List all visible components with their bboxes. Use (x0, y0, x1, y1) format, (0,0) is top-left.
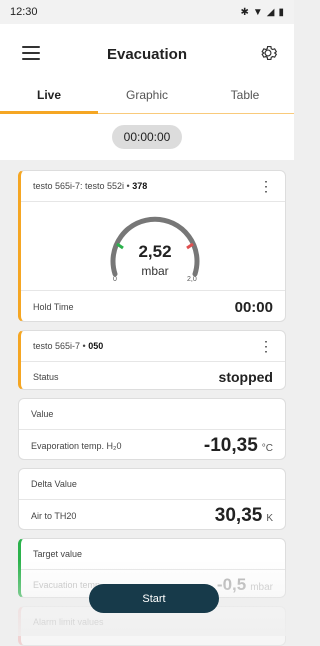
card-title: Value (31, 409, 54, 419)
value-label: Evaporation temp. H₂0 (31, 440, 122, 451)
delta-unit: K (266, 512, 273, 524)
status-bar: 12:30 ✱ ▼ ◢ ▮ (0, 0, 294, 24)
card-title: Alarm limit values (33, 617, 104, 627)
value-reading: -10,35 (203, 434, 258, 456)
tab-bar: Live Graphic Table (0, 84, 294, 114)
gauge-unit: mbar (141, 264, 169, 278)
target-reading: -0,5 (216, 574, 247, 594)
value-card: Value Evaporation temp. H₂0 -10,35 °C (18, 398, 286, 460)
card-header: testo 565i-7: testo 552i • 378 ⋮ (21, 171, 285, 202)
hold-time-row: Hold Time 00:00 (21, 290, 285, 321)
page-title: Evacuation (106, 45, 188, 63)
hold-time-label: Hold Time (33, 302, 74, 312)
gauge-card: testo 565i-7: testo 552i • 378 ⋮ 2,52 mb… (18, 170, 286, 322)
device-id: 378 (132, 181, 148, 191)
tab-graphic[interactable]: Graphic (98, 84, 196, 114)
wifi-icon: ▼ (252, 6, 263, 18)
status-value: stopped (218, 368, 273, 385)
status-card: testo 565i-7 • 050 ⋮ Status stopped (18, 330, 286, 390)
gauge-scale-max: 2,0 (187, 276, 197, 283)
value-row: Evaporation temp. H₂0 -10,35 °C (19, 430, 285, 459)
gauge-area: 2,52 mbar 0 2,0 (21, 202, 285, 290)
device-id: 050 (88, 341, 104, 351)
status-time: 12:30 (10, 6, 38, 18)
signal-icon: ◢ (266, 6, 275, 18)
elapsed-timer: 00:00:00 (111, 125, 183, 149)
battery-icon: ▮ (278, 6, 284, 18)
card-title: Delta Value (31, 479, 77, 489)
more-options-icon[interactable]: ⋮ (259, 339, 273, 353)
status-label: Status (33, 371, 59, 382)
gauge-scale-min: 0 (113, 276, 117, 283)
value-unit: °C (261, 442, 273, 454)
card-title: Target value (33, 549, 83, 559)
gear-icon[interactable] (258, 43, 278, 63)
timer-area: 00:00:00 (0, 114, 294, 160)
gauge-value: 2,52 (138, 242, 172, 261)
device-name: testo 565i-7: testo 552i • (33, 181, 133, 191)
bluetooth-icon: ✱ (240, 6, 249, 18)
tab-live[interactable]: Live (0, 84, 98, 114)
hamburger-menu-icon[interactable] (22, 46, 40, 60)
more-options-icon[interactable]: ⋮ (259, 179, 273, 193)
card-header: Delta Value (19, 469, 285, 500)
card-header: Target value (21, 539, 285, 570)
device-name: testo 565i-7 • (33, 341, 89, 351)
delta-reading: 30,35 (214, 504, 263, 526)
status-row: Status stopped (21, 362, 285, 389)
start-button[interactable]: Start (89, 584, 219, 613)
app-bar: Evacuation (0, 24, 294, 84)
card-header: testo 565i-7 • 050 ⋮ (21, 331, 285, 362)
delta-label: Air to TH20 (31, 510, 77, 521)
tab-table[interactable]: Table (196, 84, 294, 114)
card-header: Value (19, 399, 285, 430)
target-unit: mbar (250, 581, 273, 593)
hold-time-value: 00:00 (234, 298, 273, 316)
delta-row: Air to TH20 30,35 K (19, 500, 285, 529)
delta-value-card: Delta Value Air to TH20 30,35 K (18, 468, 286, 530)
